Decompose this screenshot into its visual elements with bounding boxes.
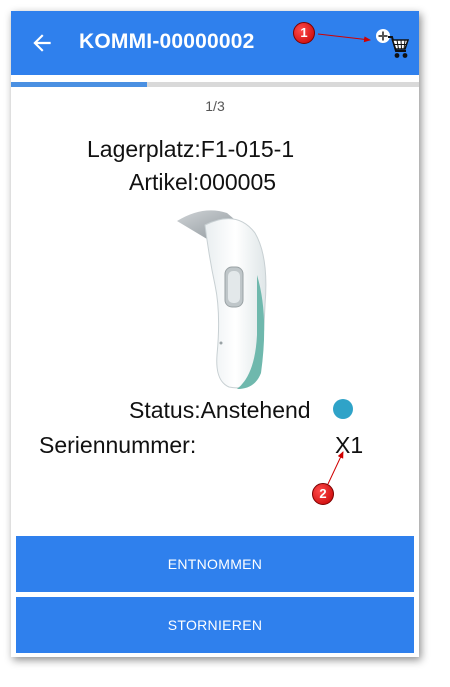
article-number: Artikel:000005 bbox=[129, 169, 277, 195]
status-label: Status:Anstehend bbox=[129, 397, 311, 423]
item-counter: 1/3 bbox=[205, 98, 225, 114]
status-indicator bbox=[333, 399, 353, 419]
callout-badge-1: 1 bbox=[293, 22, 315, 44]
storage-location: Lagerplatz:F1-015-1 bbox=[87, 136, 295, 162]
callout-badge-2: 2 bbox=[312, 483, 334, 505]
app-bar: KOMMI-00000002 bbox=[11, 11, 419, 75]
page-title: KOMMI-00000002 bbox=[79, 30, 255, 53]
cart-add-icon[interactable] bbox=[373, 27, 409, 61]
app-screen: KOMMI-00000002 1/3 Lagerplatz:F1-015-1 A… bbox=[11, 11, 419, 657]
progress-bar bbox=[11, 82, 419, 87]
progress-fill bbox=[11, 82, 147, 87]
stornieren-button[interactable]: STORNIEREN bbox=[16, 597, 414, 653]
arrow-left-icon[interactable] bbox=[29, 30, 55, 56]
entnommen-button[interactable]: ENTNOMMEN bbox=[16, 536, 414, 592]
serial-number-value[interactable]: X1 bbox=[335, 432, 363, 459]
ear-thermometer-image bbox=[177, 210, 267, 389]
serial-number-label: Seriennummer: bbox=[39, 432, 197, 458]
